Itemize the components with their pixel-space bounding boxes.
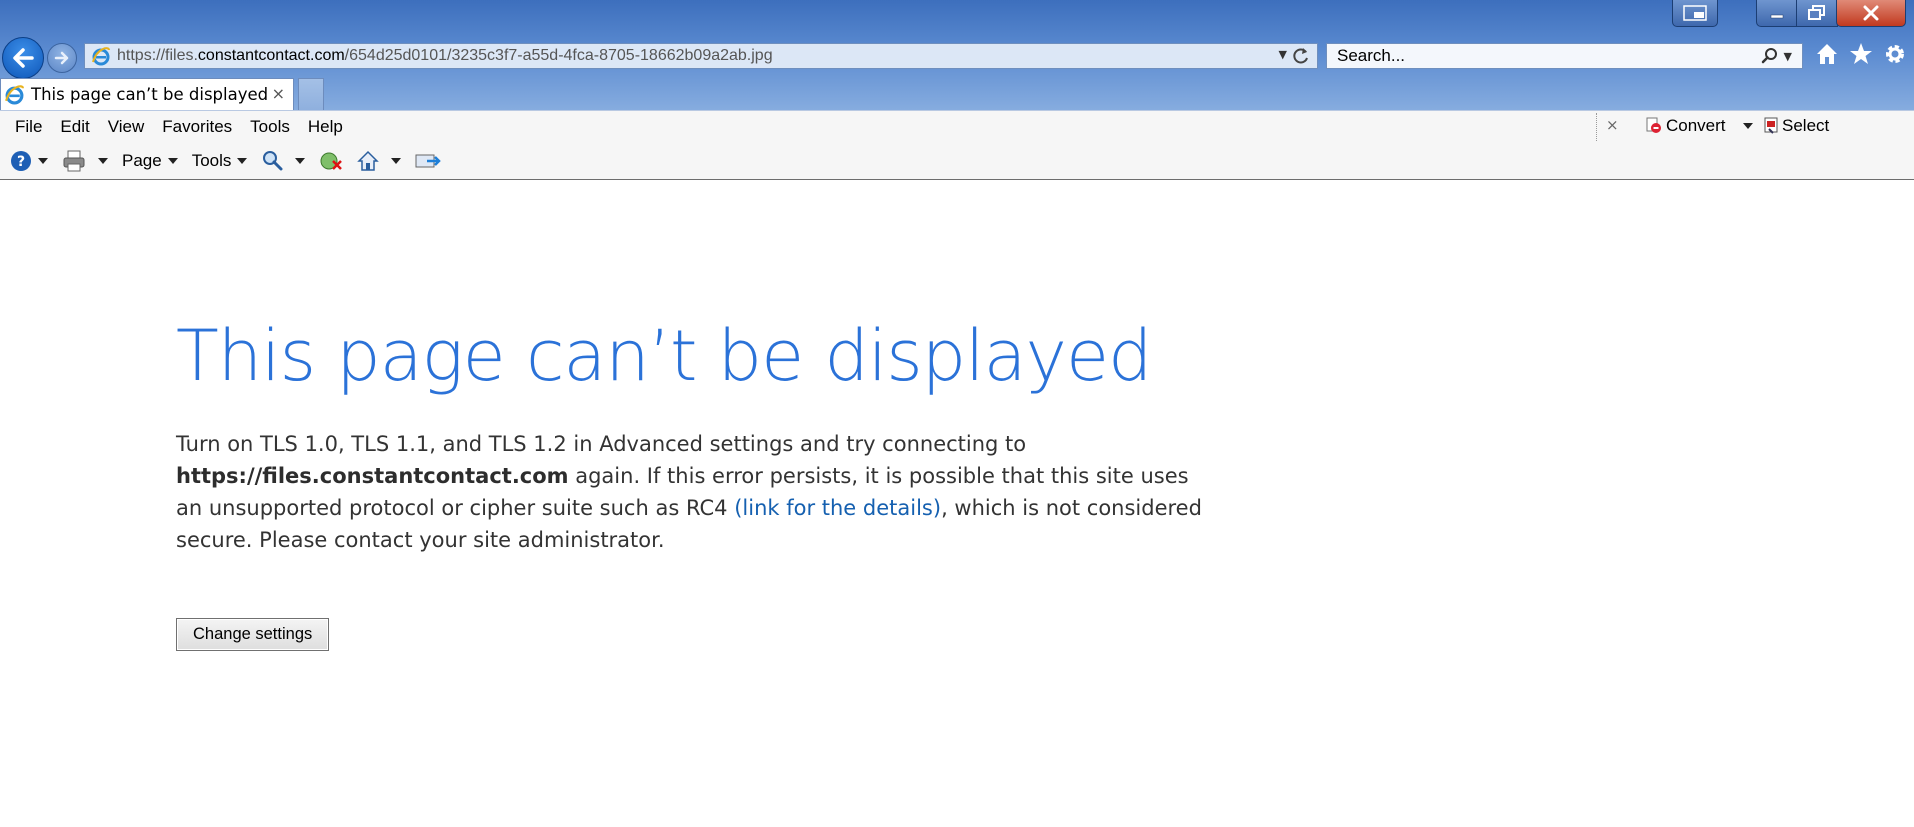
forward-button[interactable]: [47, 43, 77, 73]
svg-text:?: ?: [17, 154, 25, 170]
zoom-dropdown-icon[interactable]: [295, 158, 306, 164]
minimize-icon: [1770, 14, 1784, 19]
page-menu-button[interactable]: Page: [122, 151, 178, 171]
tab-close-icon[interactable]: ×: [272, 84, 285, 103]
menu-tools[interactable]: Tools: [241, 114, 299, 140]
gear-icon[interactable]: [1882, 41, 1908, 67]
minimize-button[interactable]: [1756, 0, 1798, 27]
tools-menu-label: Tools: [191, 151, 232, 170]
details-link[interactable]: (link for the details): [734, 496, 941, 520]
restore-icon: [1808, 5, 1825, 20]
menu-view[interactable]: View: [99, 114, 154, 140]
safety-button[interactable]: [319, 150, 343, 172]
help-dropdown-icon[interactable]: [38, 158, 48, 164]
error-message: Turn on TLS 1.0, TLS 1.1, and TLS 1.2 in…: [176, 428, 1216, 556]
help-icon: ?: [11, 151, 31, 171]
search-box[interactable]: ▼: [1326, 43, 1803, 69]
pdf-convert-icon: [1646, 117, 1661, 133]
addon-separator: [1596, 113, 1597, 141]
menu-edit[interactable]: Edit: [51, 114, 98, 140]
search-dropdown-icon[interactable]: ▼: [1784, 50, 1792, 63]
toolbar-area: File Edit View Favorites Tools Help × Co…: [0, 110, 1914, 180]
printer-icon: [63, 150, 85, 172]
page-title: This page can’t be displayed: [176, 315, 1152, 397]
close-icon: [1863, 5, 1879, 21]
browser-right-icons: [1814, 41, 1908, 67]
menu-favorites[interactable]: Favorites: [153, 114, 241, 140]
help-button[interactable]: ?: [10, 150, 48, 172]
change-settings-button[interactable]: Change settings: [176, 618, 330, 651]
address-url[interactable]: https://files.constantcontact.com/654d25…: [117, 47, 773, 65]
convert-button[interactable]: Convert: [1645, 116, 1753, 136]
browser-chrome: https://files.constantcontact.com/654d25…: [0, 0, 1914, 110]
refresh-icon[interactable]: [1291, 46, 1311, 70]
pdf-select-icon: [1764, 117, 1778, 134]
new-tab-button[interactable]: [298, 78, 324, 110]
send-button[interactable]: [415, 150, 442, 172]
search-input[interactable]: [1335, 45, 1739, 67]
search-icon[interactable]: [1760, 46, 1780, 66]
site-name: https://files.constantcontact.com: [176, 464, 569, 488]
address-bar[interactable]: https://files.constantcontact.com/654d25…: [84, 43, 1318, 69]
restore-button[interactable]: [1796, 0, 1838, 27]
safety-icon: [320, 152, 343, 170]
error-page: This page can’t be displayed Turn on TLS…: [176, 312, 1216, 651]
back-button[interactable]: [2, 37, 44, 79]
zoom-icon: [263, 151, 283, 171]
home-page-button[interactable]: [357, 150, 402, 172]
menu-help[interactable]: Help: [299, 114, 352, 140]
address-dropdown-icon[interactable]: ▼: [1279, 48, 1287, 61]
message-text-1: Turn on TLS 1.0, TLS 1.1, and TLS 1.2 in…: [176, 432, 1027, 456]
send-to-icon: [415, 154, 442, 168]
home-icon[interactable]: [1814, 41, 1840, 67]
pip-button[interactable]: [1672, 0, 1718, 27]
tab-ie-logo-icon: [5, 85, 24, 105]
ie-logo-icon: [92, 47, 110, 66]
home-dropdown-icon[interactable]: [391, 158, 402, 164]
active-tab[interactable]: This page can’t be displayed ×: [0, 78, 294, 110]
arrow-left-icon: [13, 48, 34, 68]
select-label: Select: [1782, 116, 1830, 135]
select-button[interactable]: Select: [1764, 116, 1829, 136]
arrow-right-icon: [54, 51, 69, 65]
close-window-button[interactable]: [1836, 0, 1906, 27]
menu-bar: File Edit View Favorites Tools Help: [6, 114, 352, 140]
tools-dropdown-icon: [237, 158, 248, 164]
menu-file[interactable]: File: [6, 114, 51, 140]
convert-dropdown-icon[interactable]: [1742, 123, 1753, 129]
tab-title: This page can’t be displayed: [31, 85, 269, 104]
pip-icon: [1683, 5, 1707, 21]
page-dropdown-icon: [167, 158, 178, 164]
print-button[interactable]: [62, 150, 108, 172]
zoom-button[interactable]: [261, 150, 306, 172]
home-settings-icon: [357, 150, 380, 171]
print-dropdown-icon[interactable]: [98, 158, 108, 164]
addon-close-icon[interactable]: ×: [1606, 116, 1619, 134]
command-bar: ? Page Tools: [10, 146, 455, 176]
tools-menu-button[interactable]: Tools: [192, 151, 248, 171]
page-menu-label: Page: [122, 151, 162, 170]
convert-label: Convert: [1666, 116, 1726, 135]
favorites-star-icon[interactable]: [1848, 41, 1874, 67]
